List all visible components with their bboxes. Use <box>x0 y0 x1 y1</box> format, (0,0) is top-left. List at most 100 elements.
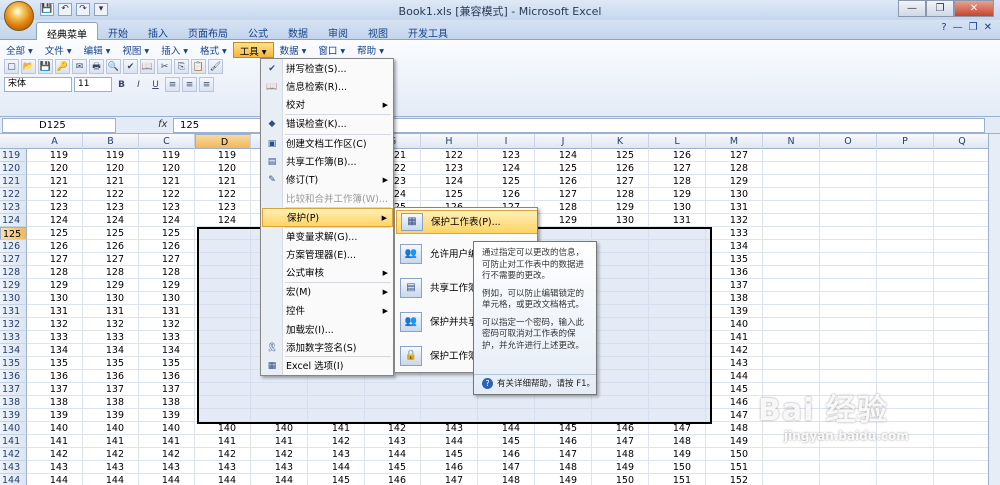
cell[interactable] <box>763 292 820 305</box>
cell[interactable]: 132 <box>27 318 83 331</box>
cell[interactable]: 130 <box>27 292 83 305</box>
cell[interactable]: 135 <box>27 357 83 370</box>
cell[interactable]: 123 <box>421 162 478 175</box>
cell[interactable] <box>763 162 820 175</box>
insert-function-icon[interactable]: fx <box>158 119 167 130</box>
column-header[interactable]: Q <box>934 134 988 149</box>
cell[interactable]: 141 <box>706 331 763 344</box>
cell[interactable]: 142 <box>251 448 308 461</box>
research-icon[interactable]: 📖 <box>140 59 155 74</box>
cell[interactable] <box>877 240 934 253</box>
cell[interactable] <box>934 370 988 383</box>
minimize-workbook-icon[interactable]: — <box>953 22 963 33</box>
cell[interactable]: 123 <box>195 201 251 214</box>
column-header[interactable]: L <box>649 134 706 149</box>
menu-8[interactable]: 窗口 ▾ <box>312 42 351 58</box>
cell[interactable]: 136 <box>139 370 195 383</box>
cell[interactable]: 119 <box>195 149 251 162</box>
column-header[interactable]: N <box>763 134 820 149</box>
cell[interactable]: 145 <box>706 383 763 396</box>
menu-2[interactable]: 编辑 ▾ <box>78 42 117 58</box>
cell[interactable] <box>820 370 877 383</box>
cell[interactable]: 140 <box>139 422 195 435</box>
cell[interactable]: 142 <box>139 448 195 461</box>
cell[interactable] <box>820 227 877 240</box>
cell[interactable] <box>877 331 934 344</box>
cell[interactable]: 146 <box>478 448 535 461</box>
cell[interactable] <box>820 266 877 279</box>
menu-1[interactable]: 文件 ▾ <box>39 42 78 58</box>
cell[interactable]: 128 <box>27 266 83 279</box>
cell[interactable] <box>763 240 820 253</box>
row-header[interactable]: 126 <box>0 240 27 253</box>
row-header[interactable]: 119 <box>0 149 27 162</box>
cell[interactable]: 141 <box>139 435 195 448</box>
cell[interactable]: 131 <box>27 305 83 318</box>
cell[interactable]: 148 <box>535 461 592 474</box>
row-header[interactable]: 130 <box>0 292 27 305</box>
row-header[interactable]: 124 <box>0 214 27 227</box>
cell[interactable] <box>820 188 877 201</box>
tools-menu-item-5[interactable]: ▤ 共享工作簿(B)... <box>262 153 393 172</box>
cell[interactable] <box>877 162 934 175</box>
cell[interactable]: 141 <box>251 435 308 448</box>
menu-4[interactable]: 插入 ▾ <box>155 42 194 58</box>
cell[interactable]: 126 <box>478 188 535 201</box>
cell[interactable]: 125 <box>421 188 478 201</box>
cell[interactable]: 124 <box>139 214 195 227</box>
cell[interactable]: 124 <box>421 175 478 188</box>
cell[interactable]: 140 <box>706 318 763 331</box>
cell[interactable]: 149 <box>535 474 592 485</box>
cell[interactable]: 129 <box>535 214 592 227</box>
cell[interactable]: 146 <box>421 461 478 474</box>
cell[interactable]: 123 <box>478 149 535 162</box>
cell[interactable]: 133 <box>83 331 139 344</box>
cell[interactable] <box>934 266 988 279</box>
restore-button[interactable]: ❐ <box>926 0 954 17</box>
cell[interactable] <box>877 279 934 292</box>
cell[interactable]: 130 <box>649 201 706 214</box>
cell[interactable] <box>934 331 988 344</box>
cell[interactable] <box>763 227 820 240</box>
cell[interactable] <box>763 331 820 344</box>
cell[interactable]: 142 <box>27 448 83 461</box>
cell[interactable] <box>877 357 934 370</box>
cell[interactable] <box>820 292 877 305</box>
cell[interactable]: 126 <box>139 240 195 253</box>
cell[interactable]: 142 <box>195 448 251 461</box>
cell[interactable] <box>877 305 934 318</box>
tools-menu-item-16[interactable]: ▦ Excel 选项(I) <box>262 357 393 376</box>
menu-5[interactable]: 格式 ▾ <box>194 42 233 58</box>
cell[interactable]: 121 <box>27 175 83 188</box>
cell[interactable]: 121 <box>195 175 251 188</box>
menu-7[interactable]: 数据 ▾ <box>274 42 313 58</box>
column-header[interactable]: C <box>139 134 195 149</box>
cell[interactable]: 144 <box>27 474 83 485</box>
tools-menu-item-12[interactable]: 宏(M) ▶ <box>262 283 393 302</box>
cell[interactable] <box>763 201 820 214</box>
cell[interactable]: 128 <box>649 175 706 188</box>
cell[interactable]: 137 <box>706 279 763 292</box>
cell[interactable]: 134 <box>706 240 763 253</box>
print-preview-icon[interactable]: 🔍 <box>106 59 121 74</box>
cell[interactable]: 127 <box>139 253 195 266</box>
cell[interactable] <box>877 149 934 162</box>
cell[interactable]: 143 <box>706 357 763 370</box>
tools-menu-item-7[interactable]: 比较和合并工作簿(W)... <box>262 190 393 209</box>
cell[interactable] <box>763 318 820 331</box>
email-icon[interactable]: ✉ <box>72 59 87 74</box>
tools-menu-item-9[interactable]: 单变量求解(G)... <box>262 228 393 247</box>
cell[interactable] <box>763 279 820 292</box>
cell[interactable]: 148 <box>478 474 535 485</box>
cell[interactable]: 125 <box>83 227 139 240</box>
cell[interactable]: 143 <box>251 461 308 474</box>
cell[interactable] <box>877 318 934 331</box>
cell[interactable]: 137 <box>83 383 139 396</box>
row-header[interactable]: 122 <box>0 188 27 201</box>
row-header[interactable]: 125 <box>0 227 27 240</box>
column-header[interactable]: J <box>535 134 592 149</box>
cell[interactable]: 131 <box>139 305 195 318</box>
cell[interactable]: 149 <box>649 448 706 461</box>
cell[interactable] <box>763 357 820 370</box>
cell[interactable] <box>934 227 988 240</box>
